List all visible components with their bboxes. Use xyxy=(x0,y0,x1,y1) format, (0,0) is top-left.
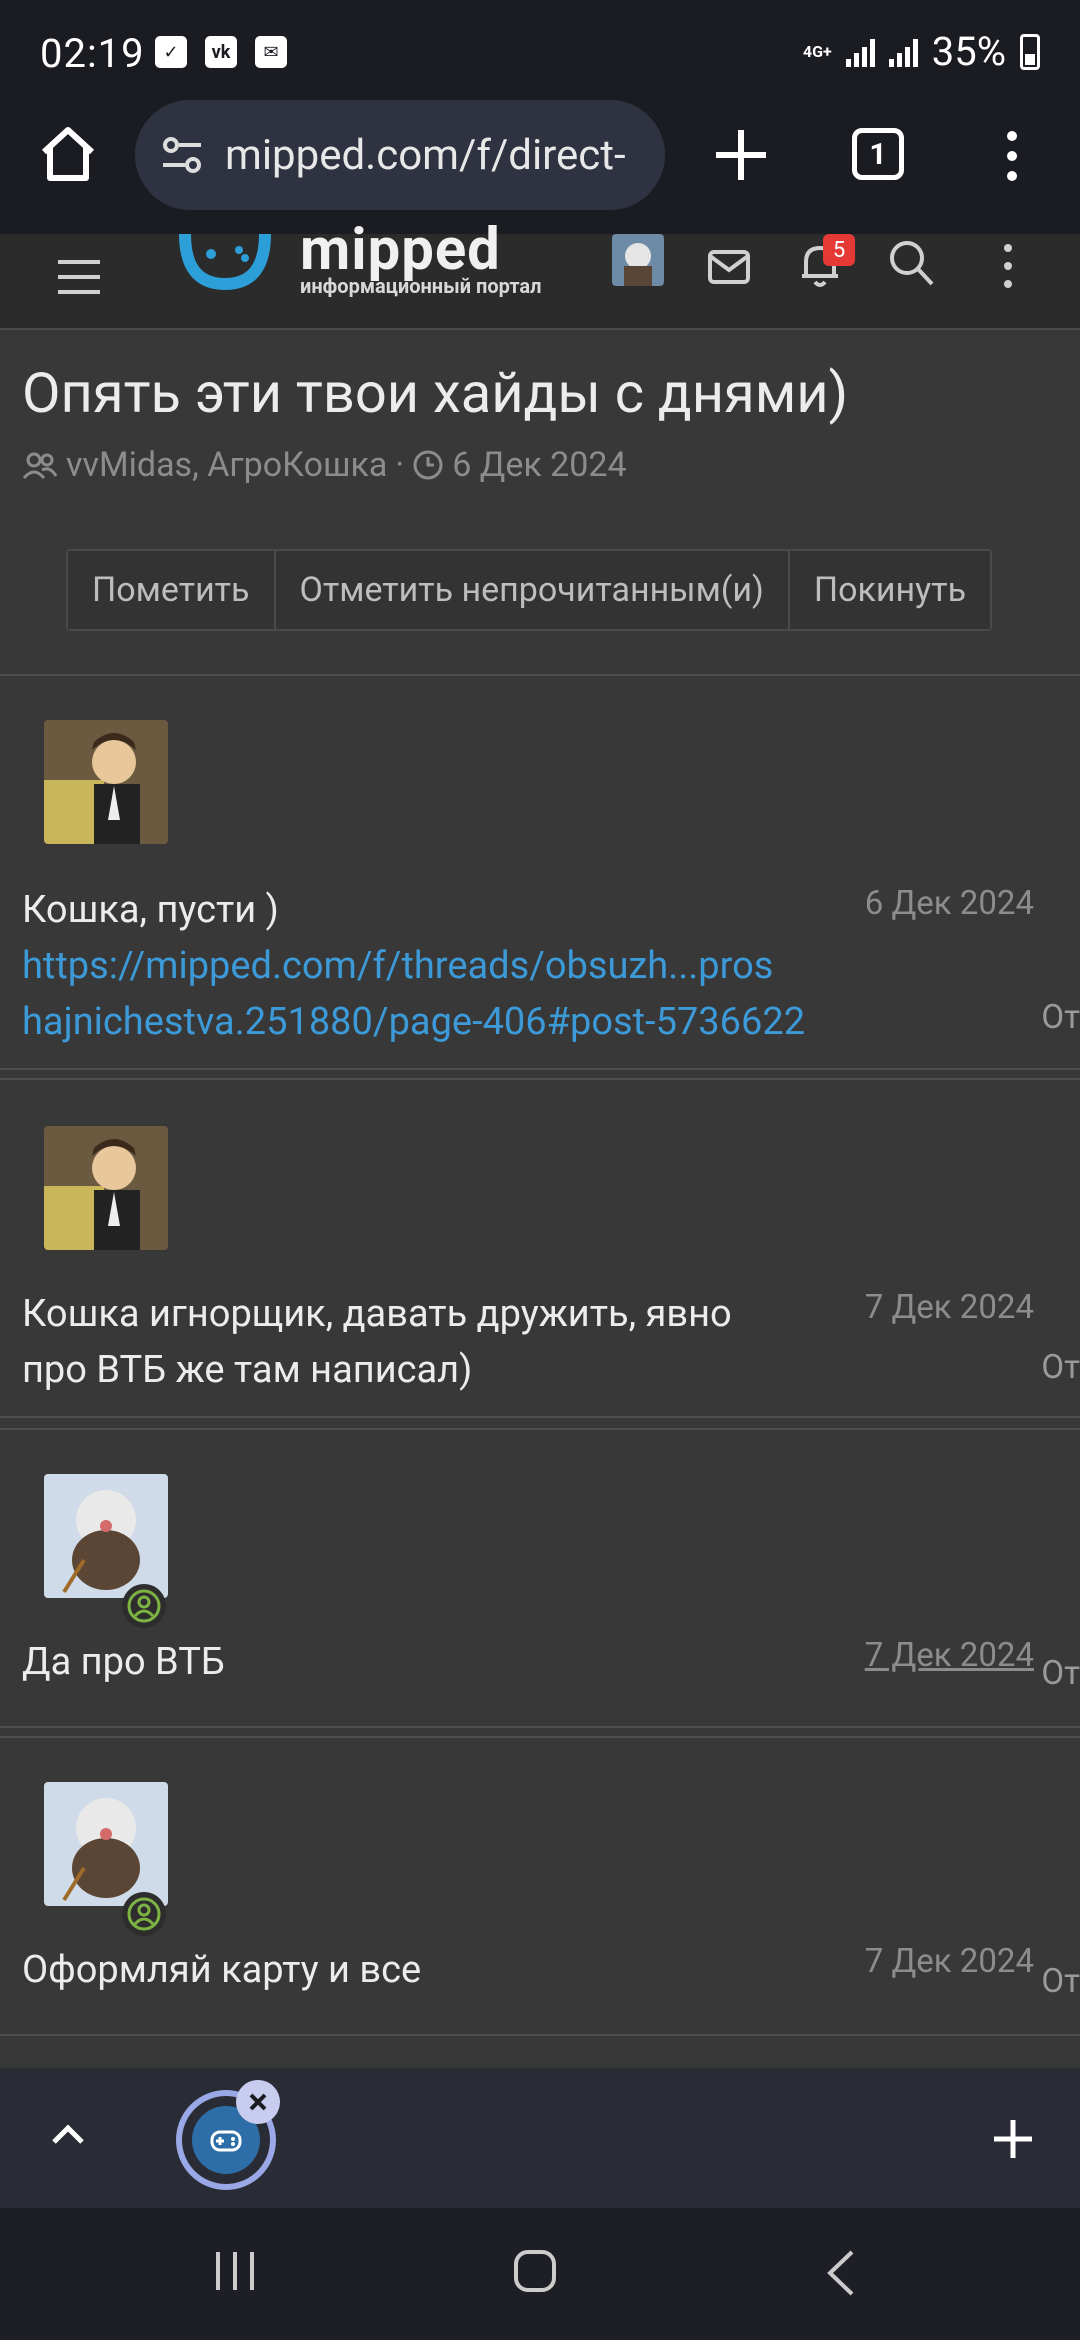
link-line-1[interactable]: https://mipped.com/f/threads/obsuzh...pr… xyxy=(22,938,862,994)
message-line: Да про ВТБ xyxy=(22,1640,225,1684)
link-line-2[interactable]: hajnichestva.251880/page-406#post-573662… xyxy=(22,994,862,1050)
mark-unread-button[interactable]: Отметить непрочитанным(и) xyxy=(275,551,790,629)
battery-percent: 35% xyxy=(931,28,1006,75)
online-status-icon xyxy=(122,1584,166,1628)
message-line: Кошка, пусти ) xyxy=(22,888,279,932)
message-line: про ВТБ же там написал) xyxy=(22,1348,473,1392)
back-icon[interactable] xyxy=(822,2248,860,2298)
message-date[interactable]: 7 Дек 2024 xyxy=(865,1942,1034,1981)
divider xyxy=(0,1726,1080,1728)
hamburger-menu-icon[interactable] xyxy=(56,254,102,300)
check-icon: ✓ xyxy=(155,36,187,68)
avatar[interactable] xyxy=(44,1126,168,1250)
message-link[interactable]: https://mipped.com/f/threads/obsuzh...pr… xyxy=(22,938,862,1050)
meta-separator: · xyxy=(395,445,405,485)
battery-icon xyxy=(1020,33,1040,70)
browser-menu-icon[interactable] xyxy=(1000,126,1024,186)
browser-toolbar: mipped.com/f/direct- 1 xyxy=(0,100,1080,234)
avatar[interactable] xyxy=(44,720,168,844)
notification-badge[interactable]: 5 xyxy=(823,234,855,266)
status-time: 02:19 xyxy=(40,30,145,77)
user-avatar[interactable] xyxy=(612,234,664,286)
search-icon[interactable] xyxy=(886,236,936,292)
chevron-up-icon[interactable] xyxy=(48,2114,88,2154)
signal-icon xyxy=(845,37,875,67)
divider xyxy=(0,1416,1080,1418)
network-type: 4G+ xyxy=(802,41,832,61)
avatar[interactable] xyxy=(44,1782,168,1906)
users-icon xyxy=(22,452,58,480)
avatar[interactable] xyxy=(44,1474,168,1598)
divider xyxy=(0,2034,1080,2036)
thread-meta: vvMidas, АгроКошка · 6 Дек 2024 xyxy=(22,445,627,485)
divider xyxy=(0,1068,1080,1070)
system-navigation-bar xyxy=(0,2208,1080,2340)
online-status-icon xyxy=(122,1892,166,1936)
home-icon[interactable] xyxy=(36,122,100,186)
thread-actions: Пометить Отметить непрочитанным(и) Покин… xyxy=(66,549,993,631)
more-icon[interactable] xyxy=(1000,240,1016,292)
mail-icon: ✉ xyxy=(255,36,287,68)
divider xyxy=(0,1736,1080,1738)
message-text: Кошка игнорщик, давать дружить, явно про… xyxy=(22,1286,862,1398)
tab-switcher-button[interactable]: 1 xyxy=(852,128,904,180)
message-line: Кошка игнорщик, давать дружить, явно xyxy=(22,1292,732,1336)
notification-icons: ✓ vk ✉ xyxy=(155,36,287,68)
mipped-logo-icon[interactable] xyxy=(175,224,275,324)
divider xyxy=(0,1078,1080,1080)
message-text: Кошка, пусти ) https://mipped.com/f/thre… xyxy=(22,882,862,1050)
site-logo-text[interactable]: mipped информационный портал xyxy=(300,216,541,298)
new-tab-icon[interactable] xyxy=(708,122,774,188)
message-line: Оформляй карту и все xyxy=(22,1948,422,1992)
divider xyxy=(0,1428,1080,1430)
vk-icon: vk xyxy=(205,36,237,68)
status-bar: 02:19 ✓ vk ✉ 4G+ 35% xyxy=(0,0,1080,100)
clock-icon xyxy=(413,450,443,480)
close-icon[interactable] xyxy=(236,2080,280,2124)
inbox-icon[interactable] xyxy=(706,244,752,290)
message-date[interactable]: 7 Дек 2024 xyxy=(865,1636,1034,1675)
thread-participants[interactable]: vvMidas, АгроКошка xyxy=(66,445,387,485)
divider xyxy=(0,674,1080,676)
plus-icon[interactable] xyxy=(990,2116,1036,2162)
url-text[interactable]: mipped.com/f/direct- xyxy=(225,131,645,180)
site-header: mipped информационный портал 5 xyxy=(0,216,1080,330)
mark-button[interactable]: Пометить xyxy=(68,551,276,629)
thread-title: Опять эти твои хайды с днями) xyxy=(22,360,849,426)
message-text: Оформляй карту и все xyxy=(22,1942,862,1998)
message-overflow-text: От xyxy=(1041,998,1080,1037)
status-right: 4G+ 35% xyxy=(803,28,1040,75)
message-date[interactable]: 7 Дек 2024 xyxy=(865,1288,1034,1327)
recent-apps-icon[interactable] xyxy=(212,2248,258,2294)
message-overflow-text: От xyxy=(1041,1654,1080,1693)
address-bar[interactable]: mipped.com/f/direct- xyxy=(135,100,665,210)
message-overflow-text: От xyxy=(1041,1348,1080,1387)
signal-icon-2 xyxy=(888,37,918,67)
thread-date[interactable]: 6 Дек 2024 xyxy=(452,445,626,485)
message-date[interactable]: 6 Дек 2024 xyxy=(865,884,1034,923)
home-nav-icon[interactable] xyxy=(512,2248,558,2294)
site-settings-icon[interactable] xyxy=(157,130,207,180)
browser-bottom-bar xyxy=(0,2068,1080,2208)
message-overflow-text: От xyxy=(1041,1962,1080,2001)
leave-button[interactable]: Покинуть xyxy=(789,551,991,629)
message-text: Да про ВТБ xyxy=(22,1634,862,1690)
logo-subtitle: информационный портал xyxy=(300,274,542,298)
